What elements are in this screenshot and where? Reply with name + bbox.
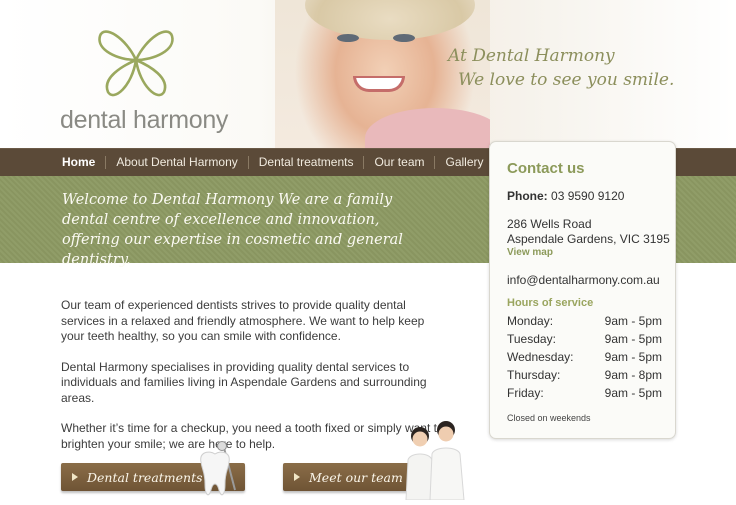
content-paragraph-3: Whether it’s time for a checkup, you nee… bbox=[61, 421, 444, 451]
hours-day: Thursday: bbox=[507, 368, 561, 382]
nav-item-our-team[interactable]: Our team bbox=[364, 156, 436, 169]
hours-day: Tuesday: bbox=[507, 332, 556, 346]
meet-our-team-button-label: Meet our team bbox=[309, 469, 403, 485]
hero-hair-shape bbox=[305, 0, 475, 40]
phone-label: Phone: bbox=[507, 189, 548, 203]
hours-time: 9am - 5pm bbox=[604, 332, 662, 346]
nav-item-dental-treatments[interactable]: Dental treatments bbox=[249, 156, 365, 169]
welcome-text: Welcome to Dental Harmony We are a famil… bbox=[62, 192, 403, 268]
meet-our-team-button[interactable]: Meet our team bbox=[283, 463, 413, 491]
hero-shoulder bbox=[365, 108, 490, 148]
hours-day: Friday: bbox=[507, 386, 544, 400]
hours-time: 9am - 5pm bbox=[604, 350, 662, 364]
hero-eye-left bbox=[337, 34, 359, 42]
hours-row: Monday: 9am - 5pm bbox=[507, 312, 667, 330]
hero-smile bbox=[353, 76, 405, 92]
hours-day: Wednesday: bbox=[507, 350, 574, 364]
tagline-line-2: We love to see you smile. bbox=[458, 70, 675, 90]
tooth-with-mirror-icon bbox=[200, 441, 236, 496]
hours-row: Wednesday: 9am - 5pm bbox=[507, 348, 667, 366]
tagline-line-1: At Dental Harmony bbox=[448, 46, 615, 66]
tagline: At Dental Harmony We love to see you smi… bbox=[448, 44, 674, 92]
butterfly-logo-icon bbox=[98, 30, 174, 97]
address-line-2: Aspendale Gardens, VIC 3195 bbox=[507, 232, 670, 246]
dental-treatments-button-label: Dental treatments bbox=[87, 469, 203, 485]
content-paragraph-2: Dental Harmony specialises in providing … bbox=[61, 359, 427, 405]
closed-note: Closed on weekends bbox=[507, 413, 591, 423]
dental-team-image bbox=[405, 421, 465, 500]
logo[interactable]: dental harmony bbox=[60, 18, 228, 138]
hours-day: Monday: bbox=[507, 314, 554, 328]
nav-item-home[interactable]: Home bbox=[50, 156, 107, 169]
hours-row: Friday: 9am - 5pm bbox=[507, 384, 667, 402]
nav-item-about[interactable]: About Dental Harmony bbox=[106, 156, 249, 169]
contact-title: Contact us bbox=[507, 160, 585, 177]
address-line-1: 286 Wells Road bbox=[507, 217, 592, 231]
email-link[interactable]: info@dentalharmony.com.au bbox=[507, 273, 660, 287]
hours-time: 9am - 5pm bbox=[604, 314, 662, 328]
hours-time: 9am - 5pm bbox=[604, 386, 662, 400]
hours-title: Hours of service bbox=[507, 297, 594, 309]
play-arrow-icon bbox=[72, 473, 78, 481]
contact-phone: Phone: 03 9590 9120 bbox=[507, 189, 624, 203]
hours-list: Monday: 9am - 5pm Tuesday: 9am - 5pm Wed… bbox=[507, 312, 667, 402]
nav-item-gallery[interactable]: Gallery bbox=[435, 156, 495, 169]
hero-eye-right bbox=[393, 34, 415, 42]
hours-row: Thursday: 9am - 8pm bbox=[507, 366, 667, 384]
contact-address: 286 Wells Road Aspendale Gardens, VIC 31… bbox=[507, 217, 670, 247]
logo-text: dental harmony bbox=[60, 106, 229, 134]
hours-row: Tuesday: 9am - 5pm bbox=[507, 330, 667, 348]
contact-box: Contact us Phone: 03 9590 9120 286 Wells… bbox=[489, 141, 676, 439]
phone-value[interactable]: 03 9590 9120 bbox=[551, 189, 624, 203]
main-content: Our team of experienced dentists strives… bbox=[61, 298, 446, 467]
site-header: dental harmony At Dental Harmony We love… bbox=[0, 0, 736, 148]
view-map-link[interactable]: View map bbox=[507, 247, 553, 258]
hours-time: 9am - 8pm bbox=[604, 368, 662, 382]
play-arrow-icon bbox=[294, 473, 300, 481]
content-paragraph-1: Our team of experienced dentists strives… bbox=[61, 298, 425, 343]
